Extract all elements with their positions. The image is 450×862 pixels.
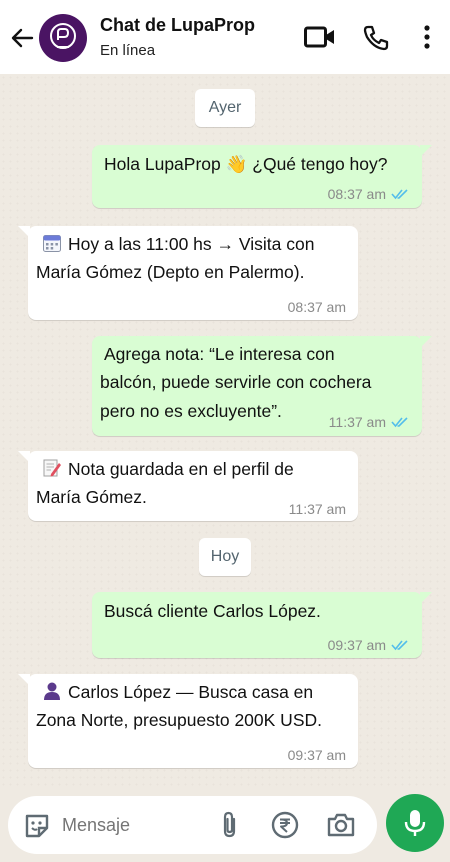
outgoing-message[interactable]: Hola LupaProp 👋 ¿Qué tengo hoy? 08:37 am [92,145,432,208]
more-menu-icon[interactable] [422,25,432,49]
read-receipt-icon [391,189,408,200]
calendar-icon [43,235,61,252]
voice-message-button[interactable] [386,794,444,852]
message-text-line: María Gómez. [36,487,147,507]
incoming-message[interactable]: Nota guardada en el perfil de María Góme… [18,451,358,521]
message-text-line: Agrega nota: “Le interesa con [104,344,335,364]
chat-header: Chat de LupaProp En línea [0,0,450,75]
read-receipt-icon [391,417,408,428]
message-input[interactable] [60,810,204,840]
outgoing-message[interactable]: Agrega nota: “Le interesa con balcón, pu… [92,336,432,436]
message-time: 08:37 am [327,186,386,202]
message-text: Hoy a las 11:00 hs → Visita con [42,230,314,258]
camera-icon[interactable] [326,812,356,838]
back-arrow-icon[interactable] [9,25,35,51]
online-status: En línea [100,42,156,59]
read-receipt-icon [391,640,408,651]
message-text-line: balcón, puede servirle con cochera [100,372,372,392]
date-chip-yesterday: Ayer [195,89,255,127]
video-call-icon[interactable] [304,25,336,49]
chat-title[interactable]: Chat de LupaProp [100,15,255,36]
user-silhouette-icon [44,682,60,700]
message-text: Hola LupaProp 👋 ¿Qué tengo hoy? [104,154,388,174]
chat-area[interactable]: Ayer Hola LupaProp 👋 ¿Qué tengo hoy? 08:… [0,74,450,788]
microphone-icon [404,810,426,836]
incoming-message[interactable]: Carlos López — Busca casa en Zona Norte,… [18,674,358,768]
message-text-line: María Gómez (Depto en Palermo). [36,262,305,282]
date-chip-today: Hoy [199,538,251,576]
sticker-icon[interactable] [23,812,51,840]
message-text: Carlos López — Busca casa en [42,678,313,706]
message-time: 11:37 am [288,501,346,517]
phone-call-icon[interactable] [362,24,390,52]
memo-icon [43,459,61,477]
rupee-payment-icon[interactable] [271,811,299,839]
outgoing-message[interactable]: Buscá cliente Carlos López. 09:37 am [92,592,432,658]
message-text-line: pero no es excluyente”. [100,401,282,421]
message-time: 11:37 am [328,414,386,430]
message-text: Buscá cliente Carlos López. [104,601,321,621]
paperclip-icon[interactable] [219,810,241,840]
message-text-line: Zona Norte, presupuesto 200K USD. [36,710,322,730]
message-time: 09:37 am [287,747,346,763]
avatar[interactable] [39,14,87,62]
lupa-logo-icon [50,23,76,49]
message-text: Nota guardada en el perfil de [42,455,294,483]
message-time: 08:37 am [287,299,346,315]
incoming-message[interactable]: Hoy a las 11:00 hs → Visita con María Gó… [18,226,358,320]
message-input-bar[interactable] [8,796,377,854]
message-time: 09:37 am [327,637,386,653]
